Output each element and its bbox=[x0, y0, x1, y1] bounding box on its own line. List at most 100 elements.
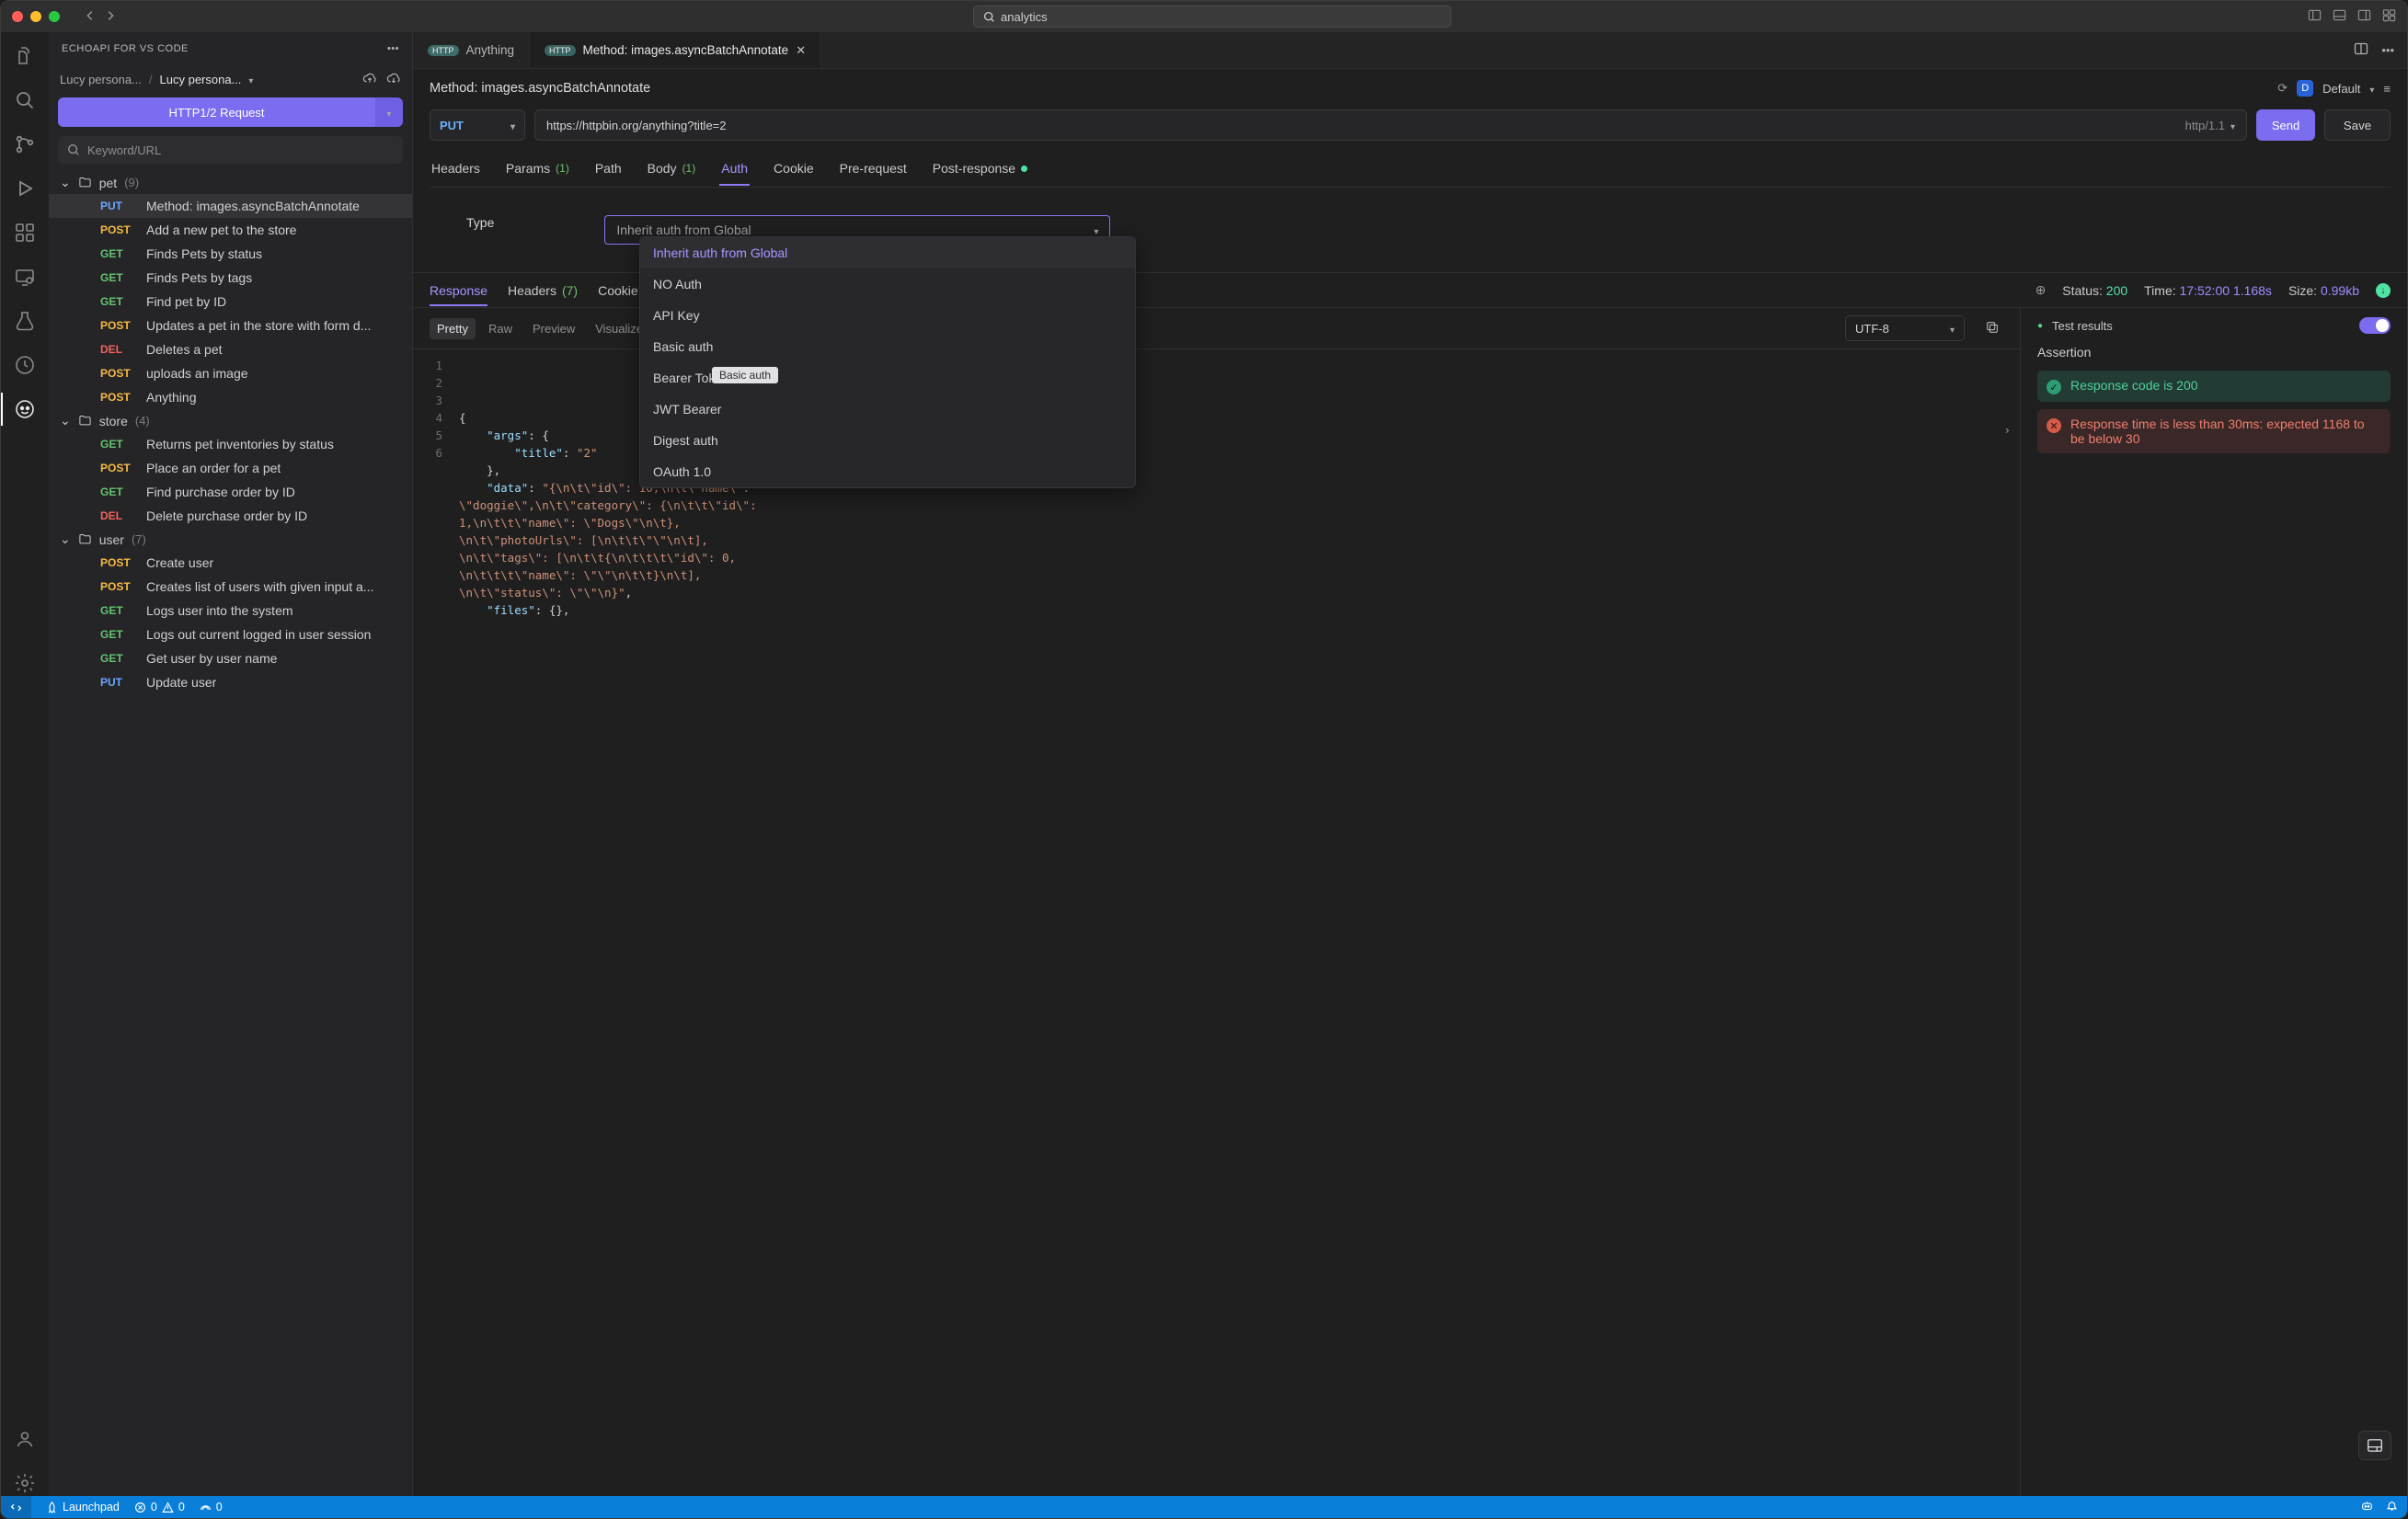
view-tab-pretty[interactable]: Pretty bbox=[430, 318, 476, 339]
response-body[interactable]: › { "args": { "title": "2" }, "data": "{… bbox=[450, 349, 2020, 1496]
tree-item[interactable]: POST Place an order for a pet bbox=[49, 456, 412, 480]
tree-item[interactable]: POST Add a new pet to the store bbox=[49, 218, 412, 242]
chevron-down-icon[interactable] bbox=[2369, 82, 2374, 96]
auth-option[interactable]: OAuth 1.0 bbox=[640, 456, 1135, 487]
tree-group[interactable]: ⌄ user (7) bbox=[49, 528, 412, 551]
nav-forward-icon[interactable] bbox=[104, 9, 117, 25]
layout-secondary-sidebar-icon[interactable] bbox=[2357, 8, 2371, 25]
echoapi-extension-icon[interactable] bbox=[12, 396, 38, 422]
ports-status[interactable]: 0 bbox=[200, 1501, 223, 1513]
more-tab-actions-icon[interactable]: ••• bbox=[2381, 43, 2394, 57]
tree-item[interactable]: GET Finds Pets by status bbox=[49, 242, 412, 266]
split-editor-icon[interactable] bbox=[2354, 41, 2368, 59]
chevron-down-icon[interactable] bbox=[2230, 119, 2235, 132]
test-results-toggle[interactable] bbox=[2359, 317, 2391, 334]
testing-icon[interactable] bbox=[12, 308, 38, 334]
view-tab-preview[interactable]: Preview bbox=[525, 318, 582, 339]
auth-option[interactable]: Inherit auth from Global bbox=[640, 237, 1135, 268]
notifications-icon[interactable] bbox=[2386, 1500, 2398, 1514]
tree-group[interactable]: ⌄ store (4) bbox=[49, 409, 412, 432]
customize-layout-icon[interactable] bbox=[2382, 8, 2396, 25]
send-button[interactable]: Send bbox=[2256, 109, 2315, 141]
tree-item[interactable]: POST Create user bbox=[49, 551, 412, 575]
command-center[interactable]: analytics bbox=[973, 6, 1451, 28]
tab-auth[interactable]: Auth bbox=[719, 154, 750, 185]
new-request-button[interactable]: HTTP1/2 Request bbox=[58, 97, 375, 127]
response-tab-headers[interactable]: Headers (7) bbox=[508, 283, 578, 298]
more-actions-icon[interactable]: ••• bbox=[387, 43, 399, 54]
layout-toggle-button[interactable] bbox=[2358, 1431, 2391, 1460]
source-control-icon[interactable] bbox=[12, 131, 38, 157]
tab-path[interactable]: Path bbox=[593, 154, 624, 185]
layout-panel-icon[interactable] bbox=[2333, 8, 2346, 25]
auth-option[interactable]: Bearer TokenBasic auth bbox=[640, 362, 1135, 394]
remote-explorer-icon[interactable] bbox=[12, 264, 38, 290]
tree-item[interactable]: GET Logs user into the system bbox=[49, 599, 412, 622]
tab-post-response[interactable]: Post-response bbox=[931, 154, 1029, 185]
tree-item[interactable]: GET Logs out current logged in user sess… bbox=[49, 622, 412, 646]
tree-item[interactable]: GET Find purchase order by ID bbox=[49, 480, 412, 504]
breadcrumb-parent[interactable]: Lucy persona... bbox=[60, 73, 142, 86]
tree-item[interactable]: GET Get user by user name bbox=[49, 646, 412, 670]
problems-status[interactable]: 0 0 bbox=[134, 1501, 185, 1513]
editor-tab[interactable]: HTTP Anything bbox=[413, 32, 530, 68]
minimize-window-button[interactable] bbox=[30, 11, 41, 22]
explorer-icon[interactable] bbox=[12, 43, 38, 69]
filter-input[interactable]: Keyword/URL bbox=[58, 136, 403, 164]
tree-item[interactable]: PUT Update user bbox=[49, 670, 412, 694]
copy-response-icon[interactable] bbox=[1981, 320, 2003, 337]
accounts-icon[interactable] bbox=[12, 1426, 38, 1452]
tab-params[interactable]: Params (1) bbox=[504, 154, 571, 185]
settings-gear-icon[interactable] bbox=[12, 1470, 38, 1496]
tree-group[interactable]: ⌄ pet (9) bbox=[49, 171, 412, 194]
tab-pre-request[interactable]: Pre-request bbox=[838, 154, 909, 185]
cloud-download-icon[interactable] bbox=[386, 71, 401, 88]
encoding-select[interactable]: UTF-8 bbox=[1845, 315, 1965, 341]
remote-indicator[interactable] bbox=[1, 1496, 31, 1518]
tree-item[interactable]: POST Creates list of users with given in… bbox=[49, 575, 412, 599]
save-button[interactable]: Save bbox=[2324, 109, 2391, 141]
auth-option[interactable]: Digest auth bbox=[640, 425, 1135, 456]
view-tab-raw[interactable]: Raw bbox=[481, 318, 520, 339]
collapse-chevron-icon[interactable]: › bbox=[2003, 421, 2011, 439]
run-debug-icon[interactable] bbox=[12, 176, 38, 201]
editor-tab[interactable]: HTTP Method: images.asyncBatchAnnotate ✕ bbox=[530, 32, 821, 68]
auth-option[interactable]: NO Auth bbox=[640, 268, 1135, 300]
new-request-dropdown[interactable] bbox=[375, 97, 403, 127]
tree-item[interactable]: GET Find pet by ID bbox=[49, 290, 412, 314]
method-select[interactable]: PUT bbox=[430, 109, 525, 141]
menu-icon[interactable]: ≡ bbox=[2383, 82, 2391, 96]
download-response-icon[interactable]: ↓ bbox=[2376, 283, 2391, 298]
extensions-icon[interactable] bbox=[12, 220, 38, 246]
maximize-window-button[interactable] bbox=[49, 11, 60, 22]
tree-item[interactable]: POST uploads an image bbox=[49, 361, 412, 385]
breadcrumb-chevron-down-icon[interactable] bbox=[248, 73, 253, 86]
timeline-icon[interactable] bbox=[12, 352, 38, 378]
response-tab-cookie[interactable]: Cookie bbox=[598, 283, 638, 298]
tree-item[interactable]: POST Updates a pet in the store with for… bbox=[49, 314, 412, 337]
search-icon[interactable] bbox=[12, 87, 38, 113]
tree-item[interactable]: POST Anything bbox=[49, 385, 412, 409]
auth-option[interactable]: JWT Bearer bbox=[640, 394, 1135, 425]
layout-primary-sidebar-icon[interactable] bbox=[2308, 8, 2322, 25]
copilot-status-icon[interactable] bbox=[2361, 1500, 2373, 1514]
env-config-icon[interactable]: ⟳ bbox=[2277, 81, 2288, 96]
auth-option[interactable]: Basic auth bbox=[640, 331, 1135, 362]
tree-item[interactable]: DEL Delete purchase order by ID bbox=[49, 504, 412, 528]
tab-body[interactable]: Body (1) bbox=[646, 154, 698, 185]
protocol-label[interactable]: http/1.1 bbox=[2185, 119, 2225, 132]
response-tab-response[interactable]: Response bbox=[430, 283, 487, 298]
close-window-button[interactable] bbox=[12, 11, 23, 22]
tree-item[interactable]: PUT Method: images.asyncBatchAnnotate bbox=[49, 194, 412, 218]
tab-headers[interactable]: Headers bbox=[430, 154, 482, 185]
launchpad-status[interactable]: Launchpad bbox=[46, 1501, 120, 1513]
url-input[interactable]: https://httpbin.org/anything?title=2 htt… bbox=[534, 109, 2247, 141]
environment-select[interactable]: Default bbox=[2322, 82, 2360, 96]
auth-option[interactable]: API Key bbox=[640, 300, 1135, 331]
tree-item[interactable]: DEL Deletes a pet bbox=[49, 337, 412, 361]
cloud-upload-icon[interactable] bbox=[362, 71, 377, 88]
breadcrumb-current[interactable]: Lucy persona... bbox=[160, 73, 242, 86]
tab-cookie[interactable]: Cookie bbox=[772, 154, 816, 185]
tree-item[interactable]: GET Finds Pets by tags bbox=[49, 266, 412, 290]
close-tab-icon[interactable]: ✕ bbox=[796, 43, 806, 58]
